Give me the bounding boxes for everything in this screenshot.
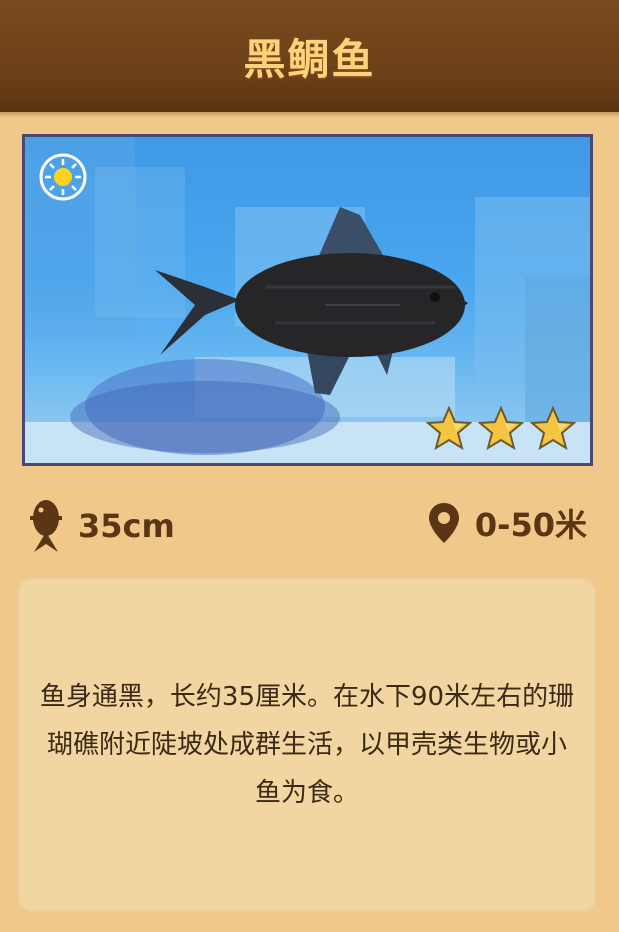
fish-stats: 35cm 0-50米 — [0, 492, 619, 556]
fish-description: 鱼身通黑，长约35厘米。在水下90米左右的珊瑚礁附近陡坡处成群生活，以甲壳类生物… — [39, 682, 575, 808]
size-stat: 35cm — [28, 498, 175, 554]
black-sea-bream-fish — [155, 207, 468, 395]
sun-icon — [39, 153, 87, 201]
star-icon — [530, 405, 576, 451]
fish-icon — [30, 500, 62, 552]
size-value: 35cm — [78, 507, 175, 545]
page-title: 黑鲷鱼 — [243, 34, 376, 84]
depth-value: 0-50米 — [474, 506, 587, 544]
star-icon — [478, 405, 524, 451]
fish-scene — [22, 134, 593, 466]
location-pin-icon — [428, 503, 459, 543]
description-card: 鱼身通黑，长约35厘米。在水下90米左右的珊瑚礁附近陡坡处成群生活，以甲壳类生物… — [18, 578, 596, 912]
star-rating — [426, 405, 576, 451]
star-icon — [426, 405, 472, 451]
depth-stat: 0-50米 — [427, 500, 587, 546]
title-bar: 黑鲷鱼 — [0, 0, 619, 118]
